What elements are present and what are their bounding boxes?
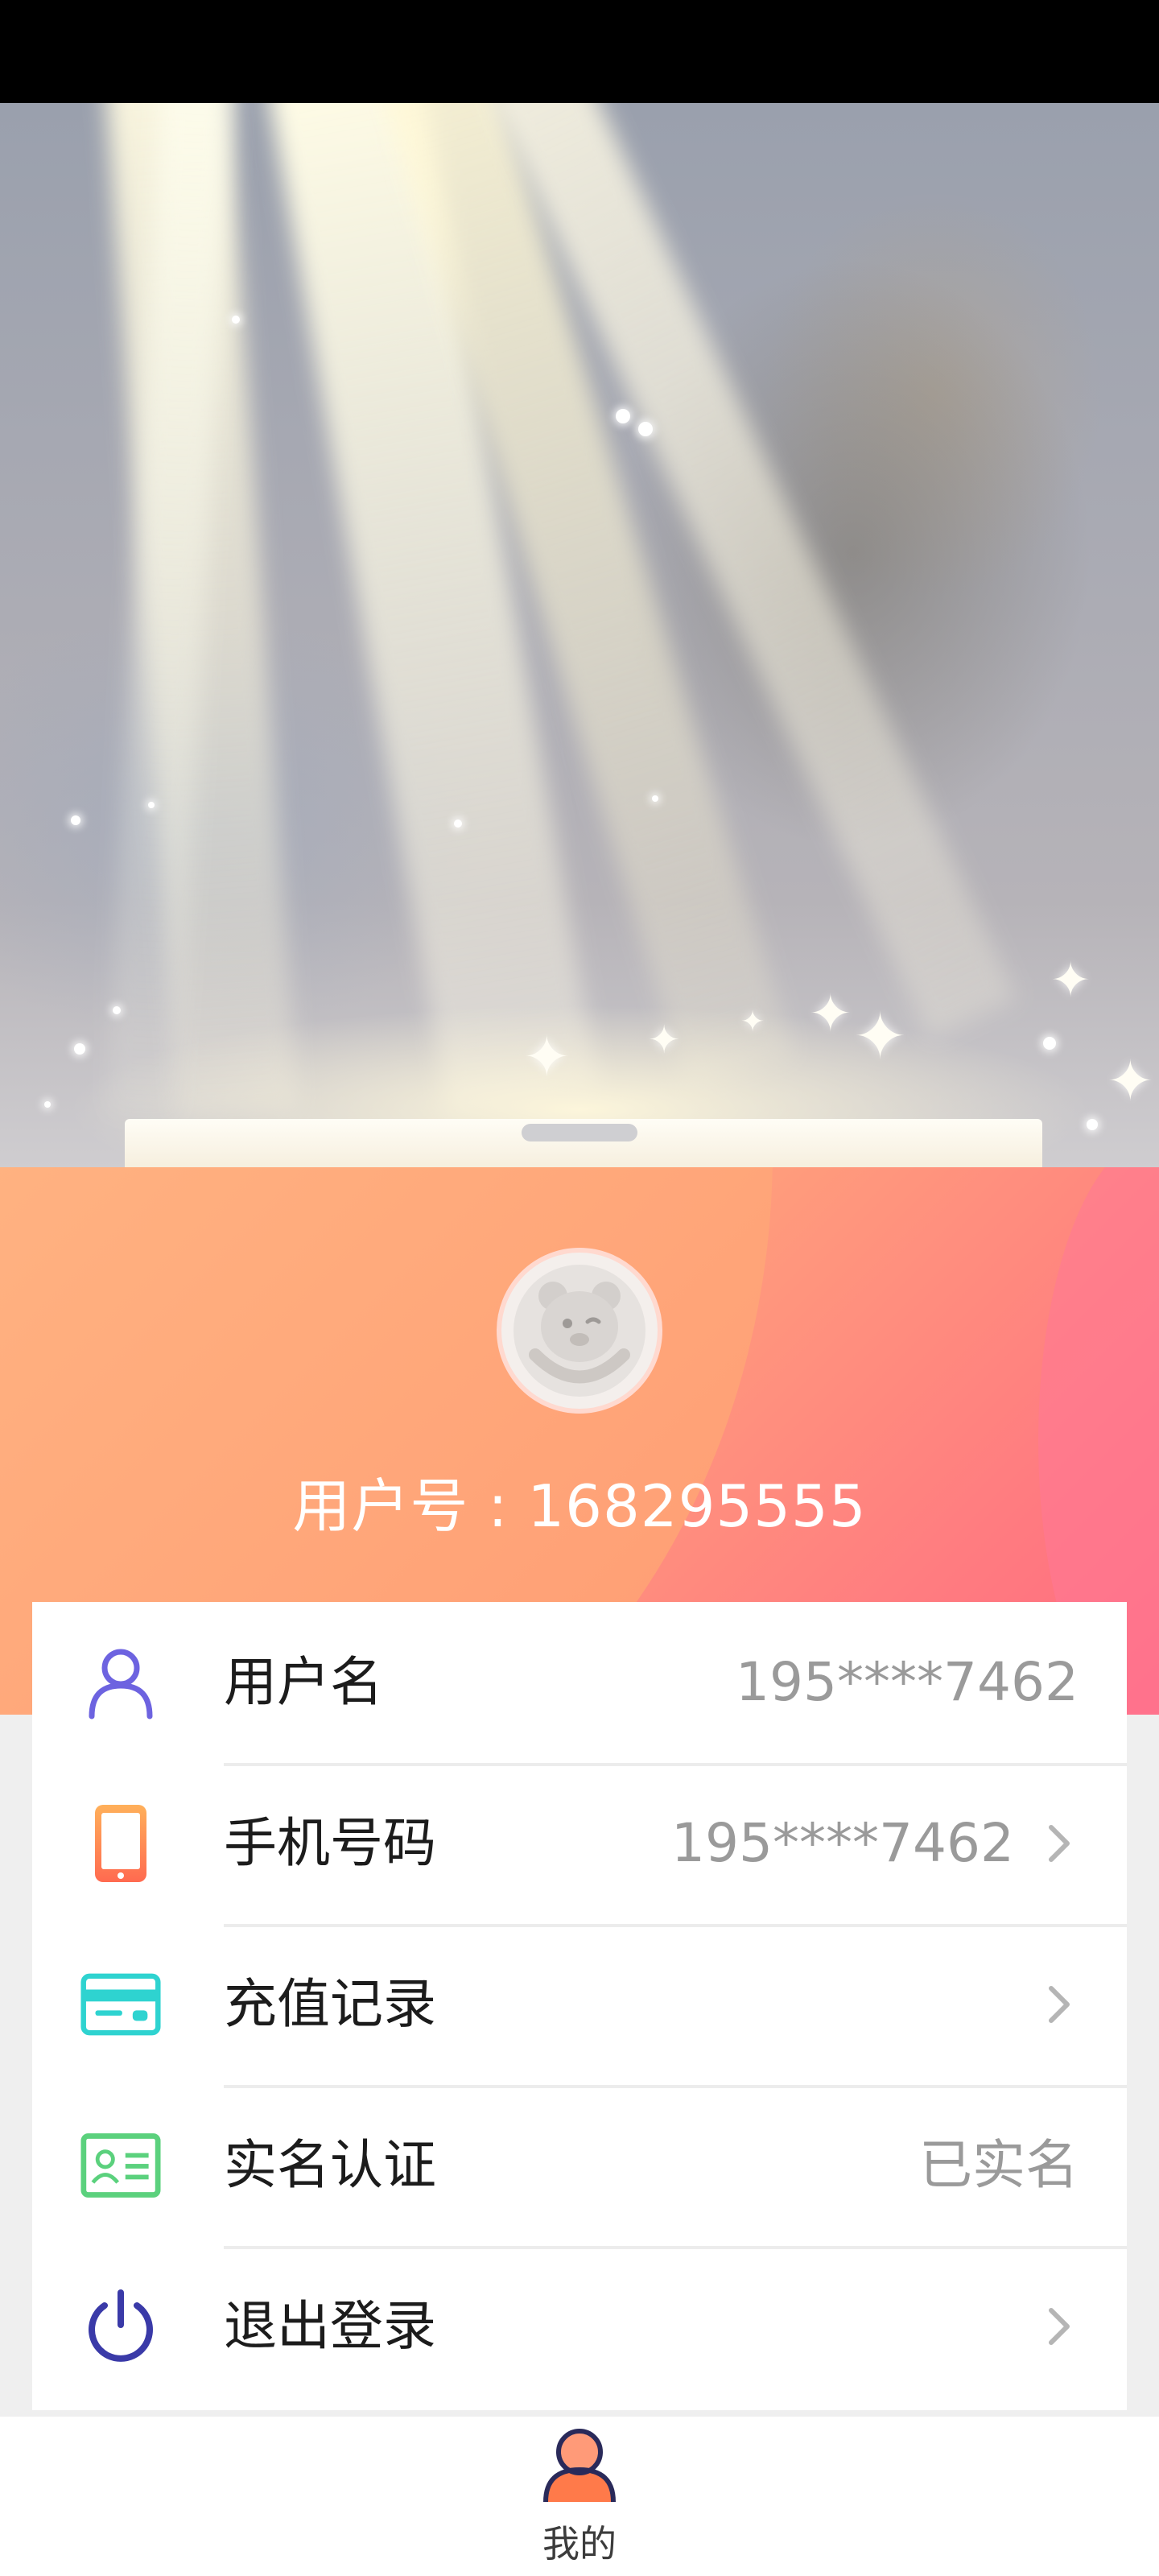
chevron-right-icon <box>1049 2308 1070 2345</box>
menu-label-recharge-history: 充值记录 <box>224 1973 436 2035</box>
menu-label-phone: 手机号码 <box>224 1812 436 1874</box>
menu-row-username[interactable]: 用户名 195****7462 <box>32 1602 1127 1763</box>
menu-label-username: 用户名 <box>224 1651 383 1713</box>
tab-me-label: 我的 <box>542 2522 617 2566</box>
menu-label-logout: 退出登录 <box>224 2295 436 2357</box>
menu-value-phone: 195****7462 <box>671 1812 1014 1874</box>
bottom-tab-bar: 我的 <box>0 2417 1159 2576</box>
drag-handle[interactable] <box>522 1124 637 1141</box>
menu-value-real-name-auth: 已实名 <box>919 2134 1079 2196</box>
status-bar <box>0 0 1159 103</box>
menu-row-logout[interactable]: 退出登录 <box>32 2246 1127 2407</box>
user-icon <box>80 1642 161 1723</box>
account-menu-card: 用户名 195****7462 手机号码 195****7462 充值记录 实名… <box>32 1602 1127 2410</box>
power-icon <box>80 2286 161 2367</box>
menu-row-phone[interactable]: 手机号码 195****7462 <box>32 1763 1127 1924</box>
hero-stage-banner: ✦ ✦ ✦ ✦ ✦ ✦ ✦ <box>0 103 1159 1167</box>
menu-label-real-name-auth: 实名认证 <box>224 2134 436 2196</box>
avatar[interactable] <box>497 1248 662 1414</box>
chevron-right-icon <box>1049 1825 1070 1862</box>
tab-me[interactable]: 我的 <box>499 2425 660 2570</box>
chevron-right-icon <box>1049 1986 1070 2023</box>
me-icon <box>543 2429 616 2503</box>
phone-icon <box>80 1803 161 1884</box>
menu-value-username: 195****7462 <box>736 1651 1079 1713</box>
id-card-icon <box>80 2125 161 2206</box>
card-icon <box>80 1964 161 2045</box>
user-id-label: 用户号 : 168295555 <box>292 1472 867 1540</box>
menu-row-recharge-history[interactable]: 充值记录 <box>32 1924 1127 2085</box>
bear-avatar-icon <box>514 1265 645 1397</box>
menu-row-real-name-auth[interactable]: 实名认证 已实名 <box>32 2085 1127 2246</box>
